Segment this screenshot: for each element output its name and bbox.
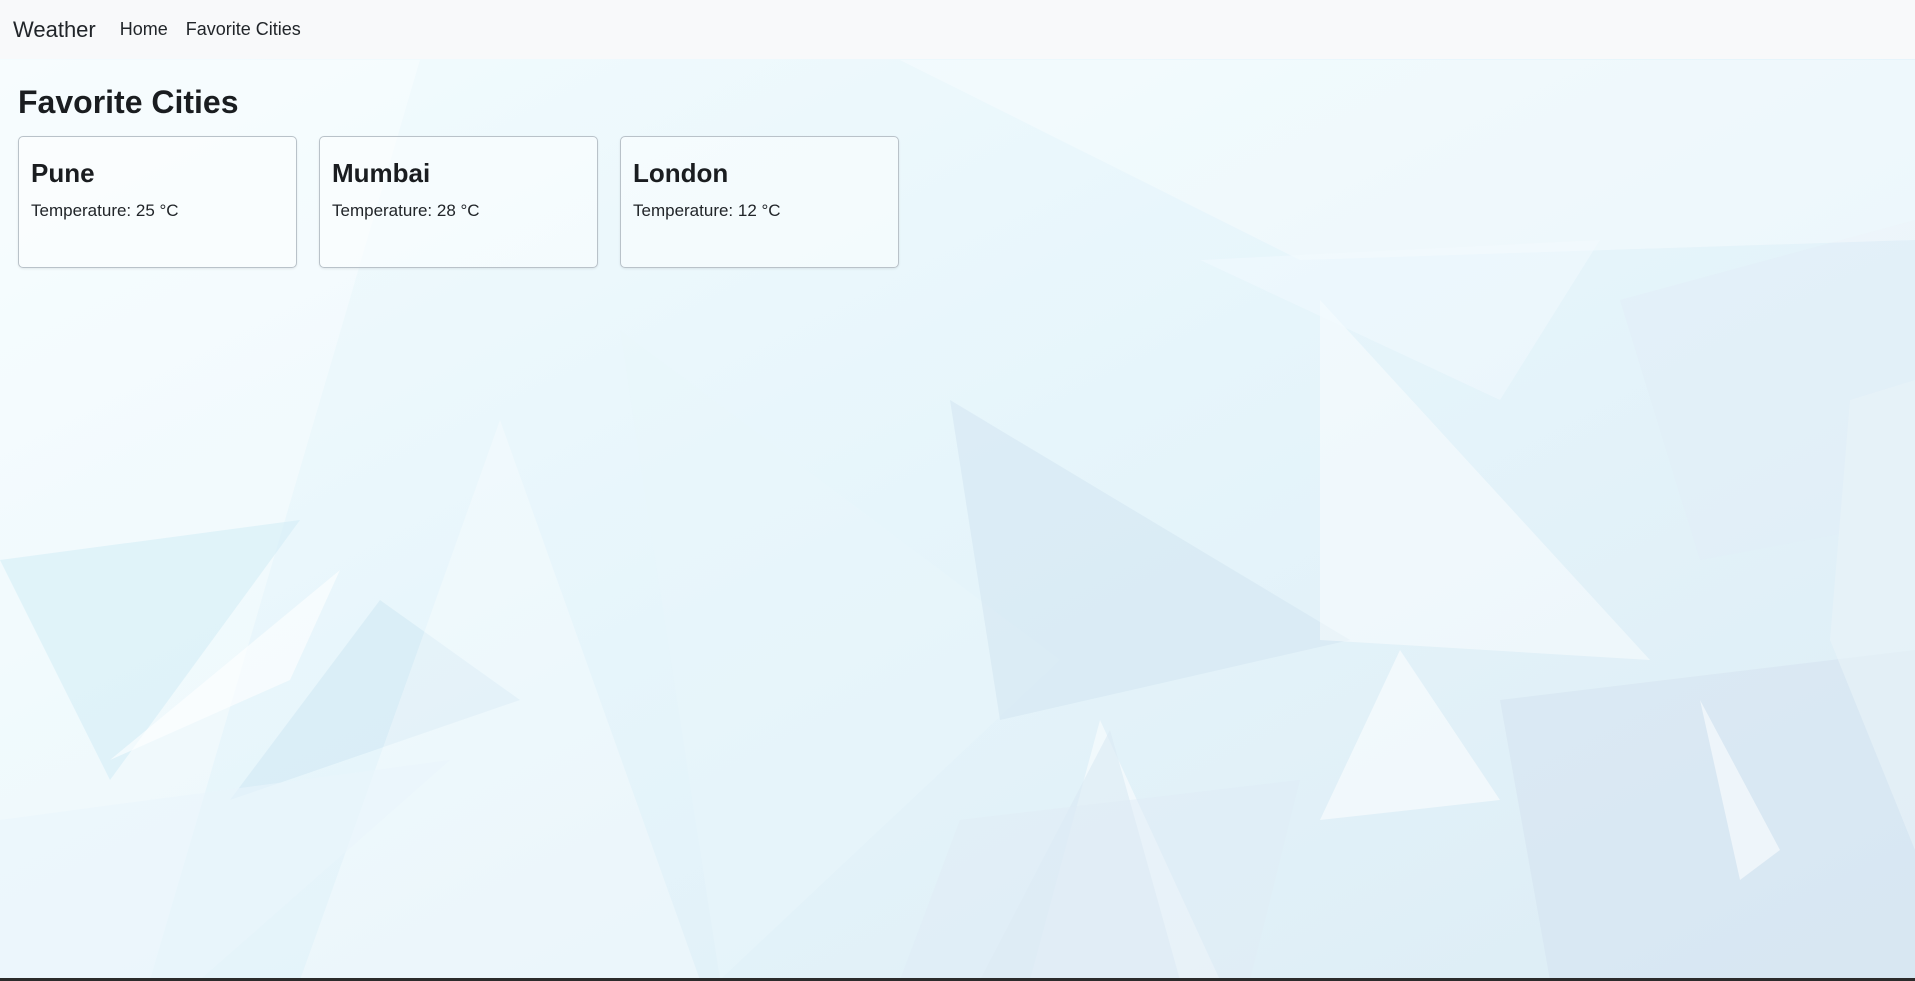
city-cards: Pune Temperature: 25 °C Mumbai Temperatu… bbox=[18, 136, 899, 268]
city-temperature: Temperature: 12 °C bbox=[633, 201, 781, 220]
city-name: Pune bbox=[31, 158, 95, 188]
city-name: London bbox=[633, 158, 729, 188]
city-name: Mumbai bbox=[332, 158, 431, 188]
brand-link[interactable]: Weather bbox=[13, 17, 96, 43]
city-temperature: Temperature: 28 °C bbox=[332, 201, 480, 220]
page-title: Favorite Cities bbox=[18, 84, 239, 120]
navbar: Weather Home Favorite Cities bbox=[0, 0, 1915, 59]
main-content: Favorite Cities Pune Temperature: 25 °C … bbox=[18, 78, 899, 268]
city-temperature: Temperature: 25 °C bbox=[31, 201, 179, 220]
nav-link-favorite-cities[interactable]: Favorite Cities bbox=[186, 19, 301, 40]
city-card-london[interactable]: London Temperature: 12 °C bbox=[620, 136, 899, 268]
city-card-mumbai[interactable]: Mumbai Temperature: 28 °C bbox=[319, 136, 598, 268]
city-card-pune[interactable]: Pune Temperature: 25 °C bbox=[18, 136, 297, 268]
nav-link-home[interactable]: Home bbox=[120, 19, 168, 40]
